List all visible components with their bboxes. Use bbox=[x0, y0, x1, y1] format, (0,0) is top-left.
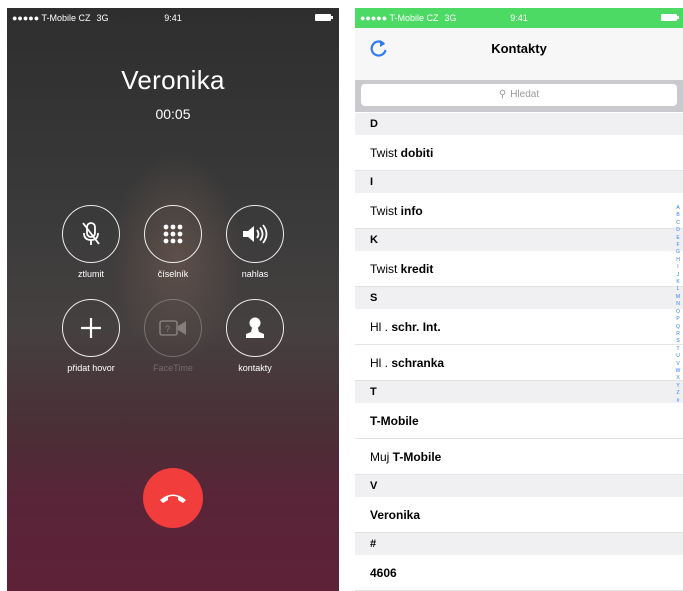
index-letter[interactable]: G bbox=[675, 249, 681, 256]
speaker-button[interactable]: nahlas bbox=[225, 205, 285, 279]
contacts-screen: ●●●●● T-Mobile CZ 3G 9:41 Kontakty ⚲ Hleda… bbox=[355, 8, 683, 591]
speaker-icon bbox=[243, 224, 268, 244]
index-letter[interactable]: D bbox=[675, 227, 681, 234]
index-letter[interactable]: W bbox=[675, 368, 681, 375]
svg-text:?: ? bbox=[165, 324, 170, 334]
section-header-v: V bbox=[355, 475, 683, 497]
list-item[interactable]: Veronika bbox=[355, 497, 683, 533]
section-header-d: D bbox=[355, 113, 683, 135]
index-letter[interactable]: K bbox=[675, 279, 681, 286]
add-call-button[interactable]: přidat hovor bbox=[61, 299, 121, 373]
index-letter[interactable]: H bbox=[675, 257, 681, 264]
keypad-icon bbox=[163, 224, 183, 244]
index-letter[interactable]: # bbox=[675, 398, 681, 405]
end-call-button[interactable] bbox=[143, 468, 203, 528]
index-letter[interactable]: X bbox=[675, 375, 681, 382]
status-time: 9:41 bbox=[164, 13, 182, 23]
keypad-button[interactable]: číselník bbox=[143, 205, 203, 279]
index-letter[interactable]: Y bbox=[675, 383, 681, 390]
list-item[interactable]: Muj T-Mobile bbox=[355, 439, 683, 475]
section-index[interactable]: A B C D E F G H I J K L M N O P Q R S T U V W X Y Z # bbox=[675, 205, 681, 405]
battery-icon bbox=[315, 14, 333, 21]
index-letter[interactable]: M bbox=[675, 294, 681, 301]
index-letter[interactable]: T bbox=[675, 346, 681, 353]
search-placeholder: Hledat bbox=[510, 89, 540, 100]
index-letter[interactable]: F bbox=[675, 242, 681, 249]
section-header-k: K bbox=[355, 229, 683, 251]
index-letter[interactable]: P bbox=[675, 316, 681, 323]
index-letter[interactable]: I bbox=[675, 264, 681, 271]
search-input[interactable]: ⚲ Hledat bbox=[361, 84, 677, 106]
index-letter[interactable]: L bbox=[675, 286, 681, 293]
status-bar: ●●●●● T-Mobile CZ 3G 9:41 bbox=[7, 8, 339, 28]
facetime-icon: ? bbox=[159, 320, 186, 336]
contacts-list: D Twist dobiti I Twist info K Twist kred… bbox=[355, 113, 683, 591]
page-title: Kontakty bbox=[491, 41, 547, 56]
section-header-i: I bbox=[355, 171, 683, 193]
contacts-button[interactable]: kontakty bbox=[225, 299, 285, 373]
list-item[interactable]: Hl . schranka bbox=[355, 345, 683, 381]
index-letter[interactable]: N bbox=[675, 301, 681, 308]
index-letter[interactable]: J bbox=[675, 272, 681, 279]
speaker-label: nahlas bbox=[241, 269, 269, 279]
index-letter[interactable]: B bbox=[675, 212, 681, 219]
list-item[interactable]: Twist kredit bbox=[355, 251, 683, 287]
search-icon: ⚲ bbox=[498, 89, 507, 100]
hang-up-icon bbox=[160, 494, 186, 503]
plus-icon bbox=[81, 318, 101, 338]
section-header-hash: # bbox=[355, 533, 683, 555]
call-timer: 00:05 bbox=[155, 106, 191, 122]
facetime-button: ? FaceTime bbox=[143, 299, 203, 373]
search-bar: ⚲ Hledat bbox=[355, 80, 683, 112]
list-item[interactable]: 4606 bbox=[355, 555, 683, 591]
index-letter[interactable]: Q bbox=[675, 324, 681, 331]
mute-button[interactable]: ztlumit bbox=[61, 205, 121, 279]
index-letter[interactable]: S bbox=[675, 338, 681, 345]
index-letter[interactable]: E bbox=[675, 235, 681, 242]
list-item[interactable]: T-Mobile bbox=[355, 403, 683, 439]
caller-name: Veronika bbox=[121, 65, 225, 95]
status-bar: ●●●●● T-Mobile CZ 3G 9:41 bbox=[355, 8, 683, 28]
index-letter[interactable]: V bbox=[675, 361, 681, 368]
status-time: 9:41 bbox=[510, 13, 528, 23]
list-item[interactable]: Twist info bbox=[355, 193, 683, 229]
section-header-s: S bbox=[355, 287, 683, 309]
index-letter[interactable]: A bbox=[675, 205, 681, 212]
call-screen: ●●●●● T-Mobile CZ 3G 9:41 Veronika 00:05 … bbox=[7, 8, 339, 591]
index-letter[interactable]: O bbox=[675, 309, 681, 316]
list-item[interactable]: Hl . schr. Int. bbox=[355, 309, 683, 345]
mute-mic-icon bbox=[82, 222, 100, 245]
contacts-label: kontakty bbox=[238, 363, 272, 373]
section-header-t: T bbox=[355, 381, 683, 403]
index-letter[interactable]: U bbox=[675, 353, 681, 360]
index-letter[interactable]: R bbox=[675, 331, 681, 338]
index-letter[interactable]: C bbox=[675, 220, 681, 227]
nav-bar: Kontakty bbox=[355, 28, 683, 80]
index-letter[interactable]: Z bbox=[675, 390, 681, 397]
contact-icon bbox=[246, 317, 264, 338]
battery-icon bbox=[661, 14, 679, 21]
list-item[interactable]: Twist dobiti bbox=[355, 135, 683, 171]
screenshot-pair: ●●●●● T-Mobile CZ 3G 9:41 Veronika 00:05 … bbox=[0, 0, 683, 591]
